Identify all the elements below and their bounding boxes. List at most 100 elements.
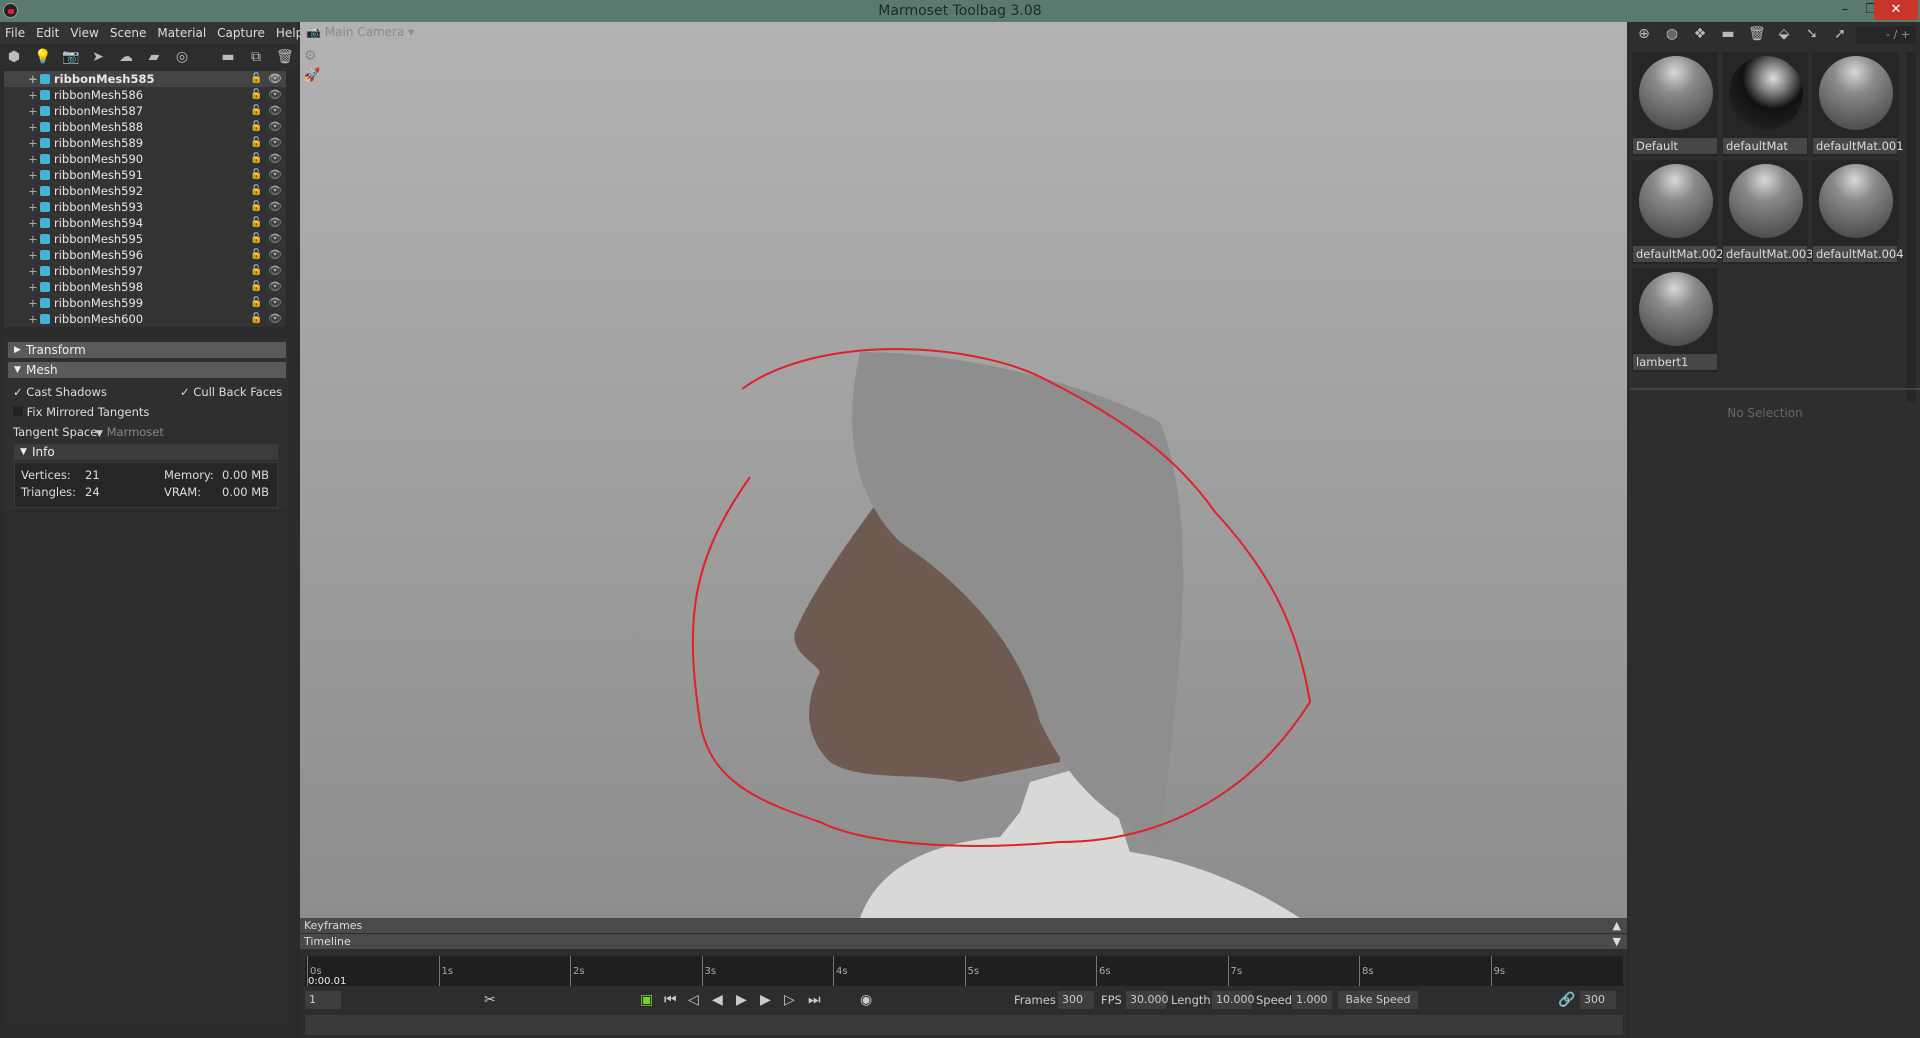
menu-material[interactable]: Material bbox=[157, 22, 212, 44]
cull-back-faces-checkbox[interactable]: ✓ Cull Back Faces bbox=[180, 385, 282, 399]
frame-field[interactable]: 1 bbox=[305, 991, 341, 1009]
keyframe-icon[interactable]: ▣ bbox=[640, 992, 653, 1008]
skip-start-icon[interactable]: ⏮ bbox=[664, 992, 677, 1008]
camera-dropdown[interactable]: 📷 Main Camera ▾ bbox=[306, 25, 414, 39]
eye-icon[interactable]: 👁 bbox=[268, 215, 282, 231]
lock-icon[interactable]: 🔓 bbox=[250, 263, 262, 279]
material-scrollbar[interactable] bbox=[1906, 52, 1916, 402]
fps-field[interactable]: 30.000 bbox=[1126, 991, 1169, 1009]
lock-icon[interactable]: 🔓 bbox=[250, 135, 262, 151]
add-sky-icon[interactable]: ➤ bbox=[90, 49, 106, 65]
lock-icon[interactable]: 🔓 bbox=[250, 103, 262, 119]
eye-icon[interactable]: 👁 bbox=[268, 119, 282, 135]
eye-icon[interactable]: 👁 bbox=[268, 103, 282, 119]
keyframes-bar[interactable]: Keyframes ▲ bbox=[300, 918, 1627, 933]
expand-icon[interactable]: + bbox=[28, 215, 38, 231]
scissors-icon[interactable]: ✂ bbox=[484, 992, 496, 1008]
expand-icon[interactable]: + bbox=[28, 295, 38, 311]
menu-scene[interactable]: Scene bbox=[110, 22, 153, 44]
eye-icon[interactable]: 👁 bbox=[268, 87, 282, 103]
eye-icon[interactable]: 👁 bbox=[268, 71, 282, 87]
outliner-item[interactable]: + ribbonMesh585 🔓 👁 bbox=[4, 71, 286, 87]
add-camera-icon[interactable]: 📷 bbox=[62, 49, 79, 65]
close-button[interactable]: ✕ bbox=[1874, 0, 1918, 20]
outliner-item[interactable]: + ribbonMesh595 🔓 👁 bbox=[4, 231, 286, 247]
keyframe-track[interactable] bbox=[305, 1015, 1623, 1035]
outliner-item[interactable]: + ribbonMesh598 🔓 👁 bbox=[4, 279, 286, 295]
end-frame-field[interactable]: 300 bbox=[1580, 991, 1616, 1009]
add-material-icon[interactable]: ⊕ bbox=[1636, 26, 1652, 42]
import-icon[interactable]: ➘ bbox=[1804, 26, 1820, 42]
play-icon[interactable]: ▶ bbox=[736, 992, 747, 1008]
outliner-item[interactable]: + ribbonMesh593 🔓 👁 bbox=[4, 199, 286, 215]
outliner-item[interactable]: + ribbonMesh597 🔓 👁 bbox=[4, 263, 286, 279]
rocket-icon[interactable]: 🚀 bbox=[304, 68, 320, 83]
add-fog-icon[interactable]: ☁ bbox=[118, 49, 134, 65]
checker-icon[interactable]: ❖ bbox=[1692, 26, 1708, 42]
expand-icon[interactable]: + bbox=[28, 71, 38, 87]
lock-icon[interactable]: 🔓 bbox=[250, 295, 262, 311]
outliner-item[interactable]: + ribbonMesh596 🔓 👁 bbox=[4, 247, 286, 263]
eye-icon[interactable]: 👁 bbox=[268, 135, 282, 151]
lock-icon[interactable]: 🔓 bbox=[250, 231, 262, 247]
material-thumbnail[interactable]: defaultMat.003 bbox=[1722, 160, 1814, 264]
expand-icon[interactable]: + bbox=[28, 87, 38, 103]
lock-icon[interactable]: 🔓 bbox=[250, 215, 262, 231]
eye-icon[interactable]: 👁 bbox=[268, 279, 282, 295]
lock-icon[interactable]: 🔓 bbox=[250, 247, 262, 263]
eye-icon[interactable]: 👁 bbox=[268, 263, 282, 279]
expand-icon[interactable]: + bbox=[28, 151, 38, 167]
eye-icon[interactable]: 👁 bbox=[268, 183, 282, 199]
expand-icon[interactable]: ▲ bbox=[1613, 918, 1621, 933]
delete-icon[interactable]: 🗑 bbox=[1748, 26, 1766, 42]
fix-mirrored-tangents-checkbox[interactable]: Fix Mirrored Tangents bbox=[13, 405, 149, 419]
folder-icon[interactable]: ▬ bbox=[220, 49, 236, 65]
frames-field[interactable]: 300 bbox=[1058, 991, 1094, 1009]
collapse-icon[interactable]: ▼ bbox=[1613, 934, 1621, 949]
add-light-icon[interactable]: 💡 bbox=[34, 49, 51, 65]
material-pager[interactable]: - / + bbox=[1856, 26, 1916, 44]
speed-field[interactable]: 1.000 bbox=[1292, 991, 1332, 1009]
outliner-item[interactable]: + ribbonMesh587 🔓 👁 bbox=[4, 103, 286, 119]
transform-section[interactable]: ▶ Transform bbox=[8, 342, 286, 358]
3d-viewport[interactable] bbox=[300, 22, 1627, 918]
lock-icon[interactable]: 🔓 bbox=[250, 119, 262, 135]
lock-icon[interactable]: 🔓 bbox=[250, 87, 262, 103]
outliner-item[interactable]: + ribbonMesh600 🔓 👁 bbox=[4, 311, 286, 327]
expand-icon[interactable]: + bbox=[28, 103, 38, 119]
eye-icon[interactable]: 👁 bbox=[268, 231, 282, 247]
prev-key-icon[interactable]: ◁ bbox=[688, 992, 699, 1008]
expand-icon[interactable]: + bbox=[28, 167, 38, 183]
expand-icon[interactable]: + bbox=[28, 119, 38, 135]
skip-end-icon[interactable]: ⏭ bbox=[808, 992, 821, 1008]
material-thumbnail[interactable]: defaultMat bbox=[1722, 52, 1808, 156]
length-field[interactable]: 10.000 bbox=[1212, 991, 1255, 1009]
next-frame-icon[interactable]: ▶ bbox=[760, 992, 771, 1008]
eye-icon[interactable]: 👁 bbox=[268, 167, 282, 183]
time-ruler[interactable]: 0s 1s 2s 3s 4s 5s 6s 7s 8s 9s bbox=[305, 956, 1623, 986]
assign-icon[interactable]: ⬙ bbox=[1776, 26, 1792, 42]
outliner-item[interactable]: + ribbonMesh591 🔓 👁 bbox=[4, 167, 286, 183]
lock-icon[interactable]: 🔓 bbox=[250, 311, 262, 327]
lock-icon[interactable]: 🔓 bbox=[250, 71, 262, 87]
link-icon[interactable]: 🔗 bbox=[1558, 992, 1575, 1008]
menu-view[interactable]: View bbox=[70, 22, 104, 44]
eye-icon[interactable]: 👁 bbox=[268, 247, 282, 263]
material-thumbnail[interactable]: Default bbox=[1632, 52, 1718, 156]
menu-edit[interactable]: Edit bbox=[36, 22, 65, 44]
eye-icon[interactable]: 👁 bbox=[268, 311, 282, 327]
outliner-item[interactable]: + ribbonMesh592 🔓 👁 bbox=[4, 183, 286, 199]
lock-icon[interactable]: 🔓 bbox=[250, 167, 262, 183]
add-mesh-icon[interactable]: ⬢ bbox=[6, 49, 22, 65]
lock-icon[interactable]: 🔓 bbox=[250, 151, 262, 167]
delete-icon[interactable]: 🗑 bbox=[276, 49, 294, 65]
folder-icon[interactable]: ▬ bbox=[1720, 26, 1736, 42]
minimize-button[interactable]: – bbox=[1832, 0, 1858, 20]
tangent-space-dropdown[interactable]: ▼ Marmoset bbox=[96, 425, 164, 439]
material-thumbnail[interactable]: defaultMat.002 bbox=[1632, 160, 1724, 264]
eye-icon[interactable]: 👁 bbox=[268, 151, 282, 167]
outliner-item[interactable]: + ribbonMesh589 🔓 👁 bbox=[4, 135, 286, 151]
duplicate-material-icon[interactable]: ◍ bbox=[1664, 26, 1680, 42]
settings-icon[interactable]: ◉ bbox=[860, 992, 872, 1008]
eye-icon[interactable]: 👁 bbox=[268, 295, 282, 311]
